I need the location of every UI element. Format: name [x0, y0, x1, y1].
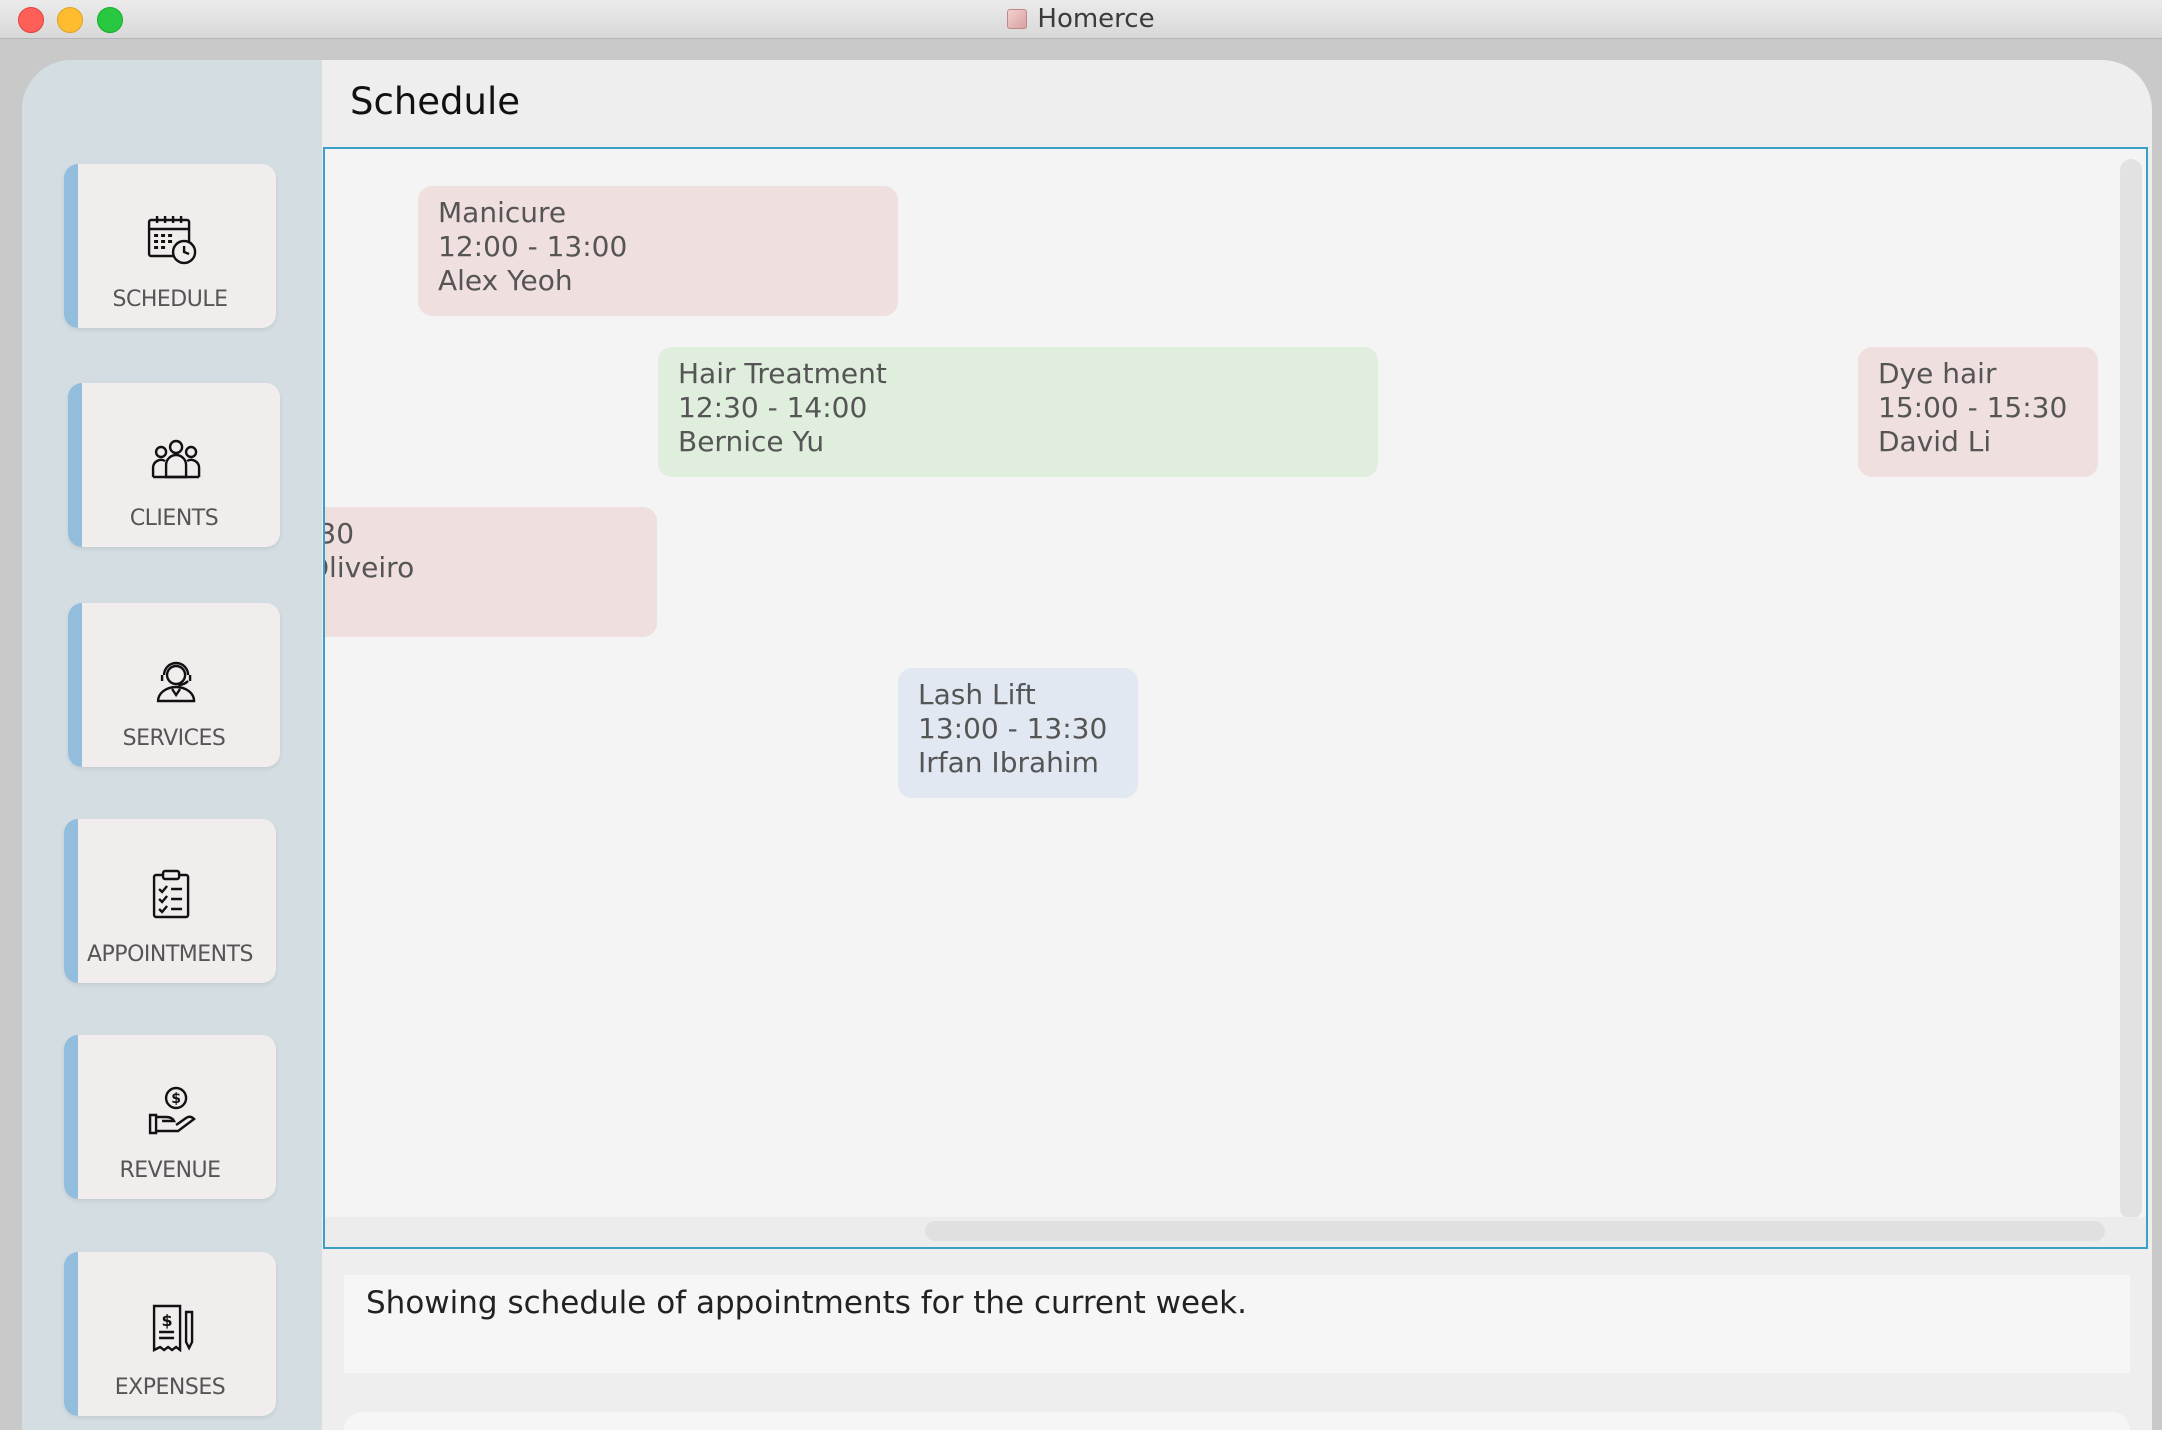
- sidebar-item-label: EXPENSES: [114, 1375, 226, 1400]
- command-input[interactable]: [344, 1412, 2130, 1430]
- appointment-client: Oliveiro: [325, 551, 415, 584]
- appointment-time: :30: [325, 517, 355, 550]
- sidebar-item-label: SCHEDULE: [112, 287, 228, 312]
- hairdresser-icon: [156, 661, 196, 703]
- sidebar: SCHEDULE CLIENTS SERVICES APPOINTMENTS $…: [22, 60, 322, 1430]
- schedule-panel[interactable]: Manicure 12:00 - 13:00 Alex Yeoh Hair Tr…: [323, 147, 2148, 1249]
- appointment-time: 15:00 - 15:30: [1878, 391, 2068, 424]
- appointment-service: Manicure: [438, 196, 567, 229]
- appointment-service: Hair Treatment: [678, 357, 887, 390]
- sidebar-item-appointments[interactable]: APPOINTMENTS: [64, 819, 276, 983]
- appointment-time: 13:00 - 13:30: [918, 712, 1108, 745]
- sidebar-item-revenue[interactable]: $ REVENUE: [64, 1035, 276, 1199]
- appointment-client: David Li: [1878, 425, 1992, 458]
- app-icon: [1007, 9, 1028, 29]
- appointment-client: Irfan Ibrahim: [918, 746, 1099, 779]
- svg-text:$: $: [162, 1311, 173, 1330]
- appointment-card-partial[interactable]: :30 Oliveiro: [325, 507, 657, 637]
- page-title: Schedule: [350, 80, 521, 123]
- svg-text:$: $: [171, 1091, 181, 1107]
- horizontal-scrollbar[interactable]: [925, 1221, 2105, 1241]
- appointment-card[interactable]: Dye hair 15:00 - 15:30 David Li: [1858, 347, 2098, 477]
- title-bar: Homerce: [0, 0, 2162, 39]
- appointment-card[interactable]: Manicure 12:00 - 13:00 Alex Yeoh: [418, 186, 898, 316]
- sidebar-item-label: REVENUE: [119, 1158, 221, 1183]
- receipt-pen-icon: $: [152, 1304, 194, 1353]
- sidebar-item-services[interactable]: SERVICES: [68, 603, 280, 767]
- vertical-scrollbar[interactable]: [2120, 159, 2142, 1219]
- people-group-icon: [151, 439, 201, 479]
- appointment-card[interactable]: Lash Lift 13:00 - 13:30 Irfan Ibrahim: [898, 668, 1138, 798]
- window-title-group: Homerce: [0, 0, 2162, 38]
- clipboard-checklist-icon: [152, 869, 190, 919]
- sidebar-item-clients[interactable]: CLIENTS: [68, 383, 280, 547]
- app-window: SCHEDULE CLIENTS SERVICES APPOINTMENTS $…: [22, 60, 2152, 1430]
- calendar-clock-icon: [147, 216, 197, 265]
- appointment-service: Lash Lift: [918, 678, 1036, 711]
- result-display: Showing schedule of appointments for the…: [344, 1275, 2130, 1373]
- appointment-service: Dye hair: [1878, 357, 1997, 390]
- appointment-client: Alex Yeoh: [438, 264, 573, 297]
- appointment-card[interactable]: Hair Treatment 12:30 - 14:00 Bernice Yu: [658, 347, 1378, 477]
- hand-coin-icon: $: [148, 1086, 196, 1135]
- appointment-time: 12:00 - 13:00: [438, 230, 628, 263]
- sidebar-item-expenses[interactable]: $ EXPENSES: [64, 1252, 276, 1416]
- sidebar-item-label: SERVICES: [122, 726, 226, 751]
- appointment-time: 12:30 - 14:00: [678, 391, 868, 424]
- horizontal-scrollbar-track: [325, 1217, 2146, 1247]
- sidebar-item-schedule[interactable]: SCHEDULE: [64, 164, 276, 328]
- sidebar-item-label: APPOINTMENTS: [86, 942, 254, 967]
- appointment-client: Bernice Yu: [678, 425, 825, 458]
- sidebar-item-label: CLIENTS: [129, 506, 219, 531]
- window-title: Homerce: [1037, 4, 1155, 34]
